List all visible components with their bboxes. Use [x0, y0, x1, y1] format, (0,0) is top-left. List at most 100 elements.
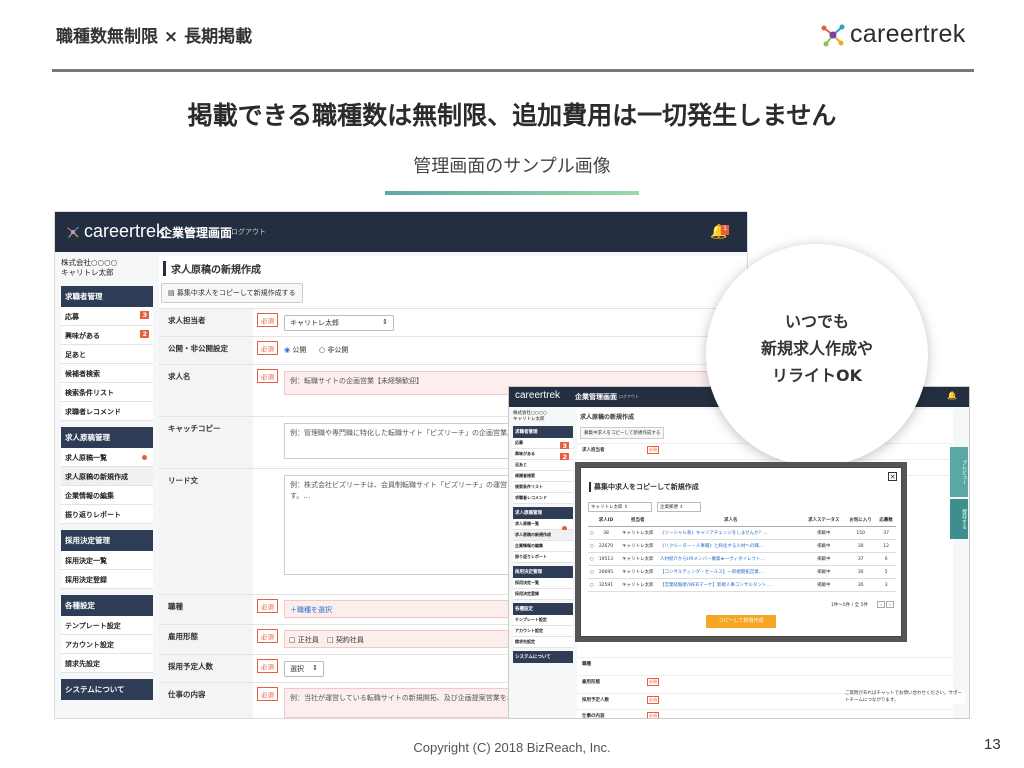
table-row[interactable]: ○ 19513 キャリトレ太郎 人材紹介からHRメンバー募集★一ヴィダイレクト… 掲載中… [588, 552, 896, 566]
table-row[interactable]: ○ 20695 キャリトレ太郎 【コンサルティング・セールス】ー新規開拓営業… 掲載中 3… [588, 565, 896, 579]
sidebar-section-header[interactable]: システムについて [513, 651, 573, 663]
sidebar-section-header[interactable]: 求人原稿管理 [513, 507, 573, 519]
sidebar-item[interactable]: アカウント設定 [513, 626, 573, 637]
required-badge: 必須 [257, 313, 278, 327]
cell-apply: 3 [876, 578, 896, 592]
cell-title[interactable]: 《リクルーター・人事職》と純化する人材への職… [659, 539, 803, 553]
sidebar-item[interactable]: 求人原稿の新規作成 [61, 467, 153, 486]
sidebar-section-header[interactable]: システムについて [61, 679, 153, 700]
alert-dot [142, 455, 147, 460]
required-badge: 必須 [257, 369, 278, 383]
cell-fav: 30 [845, 565, 877, 579]
logout-link[interactable]: ログアウト [619, 394, 639, 400]
cell-owner: キャリトレ太郎 [616, 539, 659, 553]
row-job: 職種 [577, 657, 953, 671]
cell-fav: 30 [845, 539, 877, 553]
cell-title[interactable]: 【コンサルティング・セールス】ー新規開拓営業… [659, 565, 803, 579]
table-row[interactable]: ○ 22670 キャリトレ太郎 《リクルーター・人事職》と純化する人材への職… 掲載中 3… [588, 539, 896, 553]
sidebar-item[interactable]: 求人原稿の新規作成 [513, 530, 573, 541]
app-logo-text: careertrek [515, 390, 561, 401]
app-logo[interactable]: careertrek [65, 221, 165, 242]
status-filter[interactable]: 企業郵便 ⇕ [657, 502, 701, 512]
sidebar-item[interactable]: 候補者検索 [513, 471, 573, 482]
save-tab[interactable]: 保存する [950, 499, 968, 539]
sidebar-item[interactable]: テンプレート設定 [61, 616, 153, 635]
sidebar-item[interactable]: 応募 3 [513, 438, 573, 450]
sidebar-item[interactable]: 興味がある 2 [61, 326, 153, 345]
row-radio[interactable]: ○ [588, 565, 596, 579]
sidebar-item[interactable]: 企業情報の編集 [61, 486, 153, 505]
sidebar-item[interactable]: 請求先設定 [61, 654, 153, 673]
row-radio[interactable]: ○ [588, 539, 596, 553]
job-table: 求人ID 担当者 求人名 求人ステータス お気に入り 応募数 ○ 38 キャリトレ太郎 《ソーシ… [588, 514, 896, 592]
sidebar-item[interactable]: 候補者検索 [61, 364, 153, 383]
sidebar-item[interactable]: 採用決定登録 [513, 589, 573, 600]
owner-filter[interactable]: キャリトレ太郎 ⇕ [588, 502, 652, 512]
sidebar-section-header[interactable]: 各種設定 [61, 595, 153, 616]
callout-line3: リライトOK [771, 366, 862, 385]
preview-tab[interactable]: プレビュー [950, 447, 968, 497]
help-note: ご質問があればチャットでお問い合わせください。サポートチームにつながります。 [845, 690, 965, 704]
close-icon[interactable]: ✕ [888, 472, 897, 481]
private-radio[interactable]: ○ 非公開 [319, 345, 348, 355]
sidebar-section-header[interactable]: 求職者管理 [513, 426, 573, 438]
sidebar-item[interactable]: アカウント設定 [61, 635, 153, 654]
sidebar-item[interactable]: 足あと [61, 345, 153, 364]
sidebar-item[interactable]: 振り返りレポート [61, 505, 153, 524]
prev-page-button[interactable]: ‹ [877, 601, 885, 608]
cell-title[interactable]: 《ソーシャル系》キャリアチェンジをしませんか？… [659, 526, 803, 540]
subheading-underline [385, 191, 639, 195]
cell-apply: 5 [876, 565, 896, 579]
page-title: 求人原稿の新規作成 [580, 414, 635, 421]
sidebar-item[interactable]: 求職者レコメンド [513, 493, 573, 504]
sidebar-item[interactable]: 採用決定一覧 [61, 551, 153, 570]
sidebar-section-header[interactable]: 採用決定管理 [61, 530, 153, 551]
sidebar-item[interactable]: 興味がある 2 [513, 449, 573, 461]
hire-count-select[interactable]: 選択 ⇕ [284, 661, 324, 677]
sidebar-section-header[interactable]: 各種設定 [513, 603, 573, 615]
row-radio[interactable]: ○ [588, 552, 596, 566]
fulltime-checkbox[interactable]: □ 正社員 [289, 635, 319, 645]
sidebar-item[interactable]: 企業情報の編集 [513, 541, 573, 552]
sidebar-item[interactable]: 採用決定登録 [61, 570, 153, 589]
next-page-button[interactable]: › [886, 601, 894, 608]
logout-link[interactable]: ログアウト [231, 227, 266, 237]
copy-existing-button[interactable]: ▤ 募集中求人をコピーして新規作成する [161, 283, 303, 303]
copy-existing-button[interactable]: 募集中求人をコピーして新規作成する [580, 427, 665, 439]
sidebar-section-header[interactable]: 求職者管理 [61, 286, 153, 307]
logo-mark-icon [821, 24, 845, 46]
cell-id: 20695 [595, 565, 617, 579]
table-row[interactable]: ○ 32591 キャリトレ太郎 【営業経験者/WEBマーケ】新規人事コンサルタント… 掲… [588, 578, 896, 592]
cell-owner: キャリトレ太郎 [616, 578, 659, 592]
sidebar-item[interactable]: 応募 3 [61, 307, 153, 326]
copy-create-button[interactable]: コピーして新規作成 [706, 615, 776, 628]
sidebar-item[interactable]: 求人原稿一覧 [61, 448, 153, 467]
row-public: 公開・非公開設定 必須 ◉ 公開 ○ 非公開 [159, 336, 747, 364]
sidebar-section-header[interactable]: 採用決定管理 [513, 566, 573, 578]
table-row[interactable]: ○ 38 キャリトレ太郎 《ソーシャル系》キャリアチェンジをしませんか？… 掲載中 150… [588, 526, 896, 540]
owner-select[interactable]: キャリトレ太郎 ⇕ [284, 315, 394, 331]
sidebar-item[interactable]: 請求先設定 [513, 637, 573, 648]
sidebar-section-header[interactable]: 求人原稿管理 [61, 427, 153, 448]
bell-icon[interactable]: 🔔 [947, 391, 957, 400]
sidebar-item[interactable]: 振り返りレポート [513, 552, 573, 563]
sidebar-item-label: 求職者レコメンド [65, 408, 121, 416]
sidebar-item[interactable]: 足あと [513, 460, 573, 471]
sidebar-item[interactable]: 求職者レコメンド [61, 402, 153, 421]
company-info: 株式会社○○○○ キャリトレ太郎 [61, 258, 153, 278]
sidebar-item[interactable]: テンプレート設定 [513, 615, 573, 626]
company-name: 株式会社○○○○ [61, 258, 118, 267]
contract-checkbox[interactable]: □ 契約社員 [327, 635, 364, 645]
column-header: 応募数 [876, 514, 896, 527]
cell-title[interactable]: 【営業経験者/WEBマーケ】新規人事コンサルタント… [659, 578, 803, 592]
cell-title[interactable]: 人材紹介からHRメンバー募集★一ヴィダイレクト… [659, 552, 803, 566]
sidebar-item[interactable]: 検索条件リスト [61, 383, 153, 402]
sidebar-item-label: 候補者検索 [65, 370, 100, 378]
row-radio[interactable]: ○ [588, 578, 596, 592]
sidebar-item[interactable]: 採用決定一覧 [513, 578, 573, 589]
public-radio[interactable]: ◉ 公開 [284, 345, 306, 355]
sidebar-item[interactable]: 求人原稿一覧 [513, 519, 573, 531]
row-radio[interactable]: ○ [588, 526, 596, 540]
sidebar-item[interactable]: 検索条件リスト [513, 482, 573, 493]
sidebar-item-label: 求職者レコメンド [515, 495, 547, 500]
